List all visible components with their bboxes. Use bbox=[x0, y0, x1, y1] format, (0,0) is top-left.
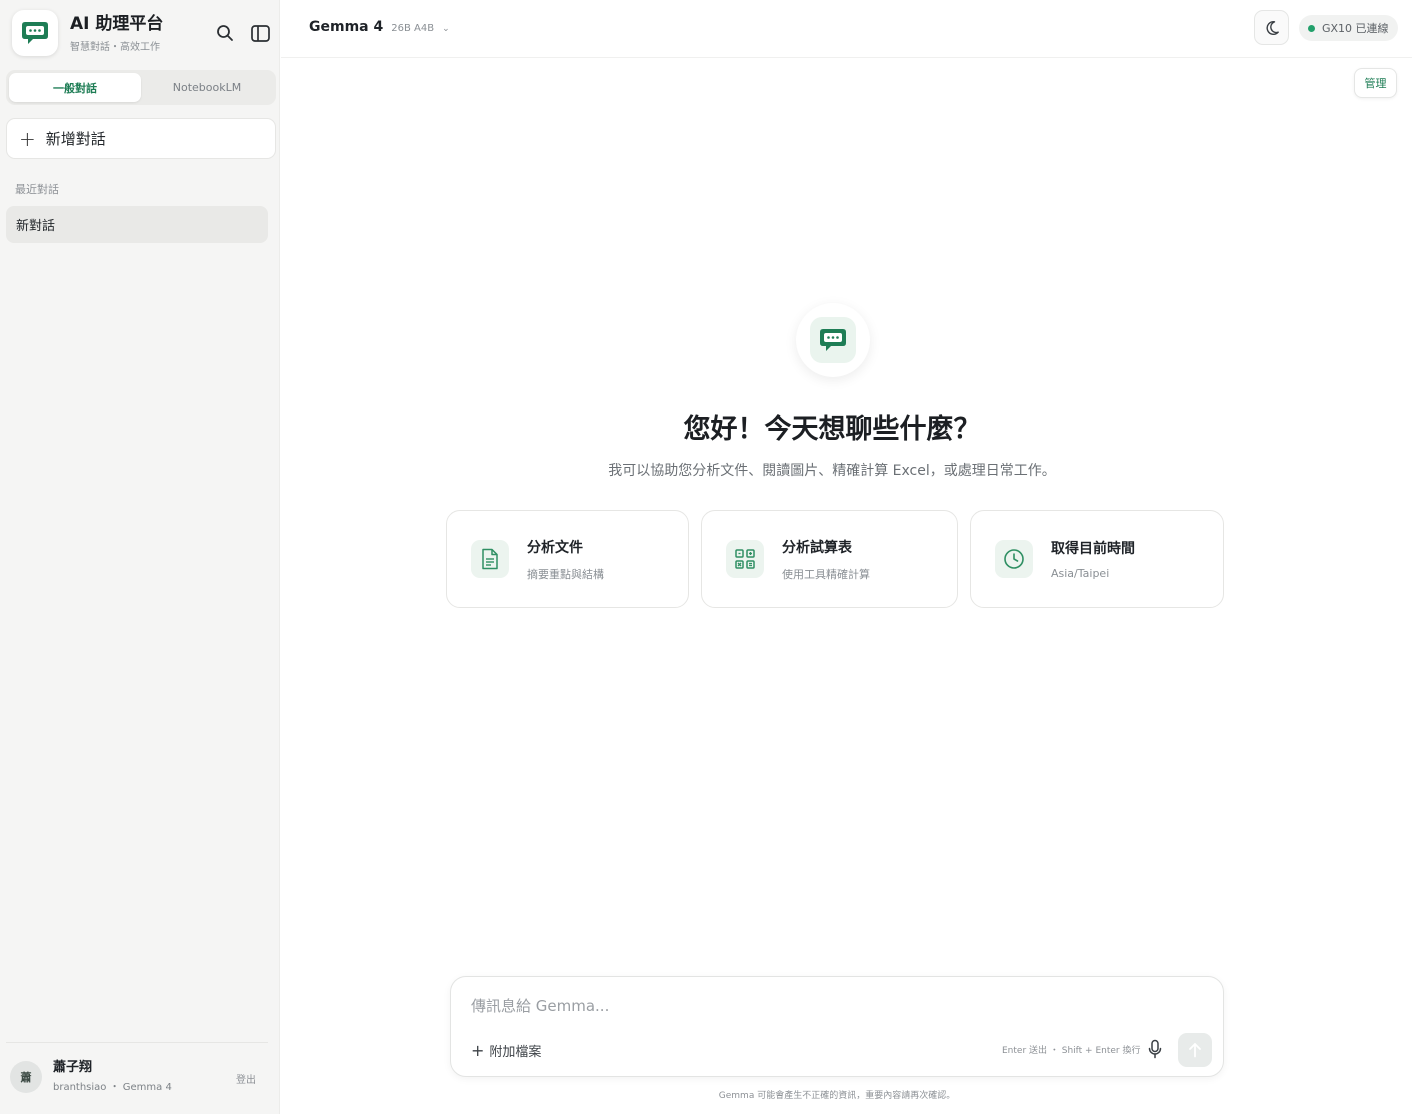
status-dot-icon bbox=[1308, 24, 1315, 32]
top-bar: Gemma 4 26B A4B ⌄ GX10 已連線 bbox=[281, 0, 1412, 58]
disclaimer-text: Gemma 可能會產生不正確的資訊，重要內容請再次確認。 bbox=[718, 1091, 956, 1101]
card-subtitle: 摘要重點與結構 bbox=[527, 567, 604, 581]
welcome-title: 您好！今天想聊些什麼？ bbox=[683, 414, 981, 445]
message-composer: + 附加檔案 Enter 送出 ・ Shift + Enter 換行 bbox=[450, 976, 1224, 1077]
theme-toggle-button[interactable] bbox=[1254, 10, 1289, 45]
hero-logo bbox=[796, 303, 870, 377]
manage-button[interactable]: 管理 bbox=[1354, 68, 1397, 98]
card-title: 分析試算表 bbox=[782, 539, 852, 556]
user-meta: branthsiao ・ Gemma 4 bbox=[53, 1082, 172, 1093]
model-variant: 26B A4B bbox=[391, 23, 435, 34]
sidebar-panel-icon bbox=[250, 24, 270, 42]
brand-title: AI 助理平台 bbox=[70, 14, 164, 34]
connection-status-text: GX10 已連線 bbox=[1322, 22, 1389, 35]
tab-general-chat[interactable]: 一般對話 bbox=[9, 73, 141, 102]
moon-icon bbox=[1266, 20, 1279, 35]
toggle-sidebar-button[interactable] bbox=[247, 20, 273, 46]
card-subtitle: 使用工具精確計算 bbox=[782, 567, 870, 581]
voice-input-button[interactable] bbox=[1145, 1037, 1165, 1061]
spreadsheet-icon bbox=[726, 540, 764, 578]
model-name: Gemma 4 bbox=[309, 19, 384, 35]
plus-icon: + bbox=[19, 126, 36, 151]
suggestion-card-analyze-spreadsheet[interactable]: 分析試算表 使用工具精確計算 bbox=[701, 510, 958, 608]
search-button[interactable] bbox=[212, 20, 238, 46]
brand-subtitle: 智慧對話・高效工作 bbox=[70, 42, 160, 53]
suggestion-card-current-time[interactable]: 取得目前時間 Asia/Taipei bbox=[970, 510, 1224, 608]
recent-section-label: 最近對話 bbox=[15, 183, 59, 196]
card-title: 分析文件 bbox=[527, 539, 583, 556]
card-title: 取得目前時間 bbox=[1051, 541, 1135, 557]
clock-icon bbox=[995, 540, 1033, 578]
conversation-title: 新對話 bbox=[16, 219, 56, 234]
microphone-icon bbox=[1148, 1039, 1162, 1059]
message-input[interactable] bbox=[471, 993, 1171, 1019]
chevron-down-icon: ⌄ bbox=[442, 24, 450, 34]
sidebar: AI 助理平台 智慧對話・高效工作 一般對話 NotebookLM + 新增對話… bbox=[0, 0, 280, 1114]
avatar: 蕭 bbox=[10, 1061, 42, 1093]
mode-tabs: 一般對話 NotebookLM bbox=[6, 70, 276, 105]
brand: AI 助理平台 智慧對話・高效工作 bbox=[12, 10, 163, 56]
search-icon bbox=[217, 25, 233, 41]
arrow-up-icon bbox=[1189, 1043, 1201, 1058]
plus-icon: + bbox=[471, 1040, 485, 1060]
tab-notebooklm[interactable]: NotebookLM bbox=[141, 73, 273, 102]
card-subtitle: Asia/Taipei bbox=[1051, 567, 1110, 580]
conversation-item[interactable]: 新對話 bbox=[6, 206, 268, 243]
chat-bubble-logo-icon bbox=[12, 10, 58, 56]
attach-file-label: 附加檔案 bbox=[489, 1045, 542, 1060]
document-icon bbox=[471, 540, 509, 578]
attach-file-button[interactable]: + 附加檔案 bbox=[471, 1041, 541, 1060]
keyboard-hint: Enter 送出 ・ Shift + Enter 換行 bbox=[1002, 1046, 1141, 1056]
new-chat-button[interactable]: + 新增對話 bbox=[6, 118, 276, 159]
connection-status-badge: GX10 已連線 bbox=[1299, 15, 1398, 41]
chat-bubble-icon bbox=[810, 317, 856, 363]
new-chat-label: 新增對話 bbox=[45, 130, 106, 148]
user-name: 蕭子翔 bbox=[53, 1060, 93, 1075]
welcome-subtitle: 我可以協助您分析文件、閱讀圖片、精確計算 Excel，或處理日常工作。 bbox=[608, 463, 1056, 479]
logout-button[interactable]: 登出 bbox=[236, 1071, 256, 1086]
send-button[interactable] bbox=[1178, 1033, 1212, 1067]
suggestion-card-analyze-document[interactable]: 分析文件 摘要重點與結構 bbox=[446, 510, 689, 608]
model-selector[interactable]: Gemma 4 26B A4B ⌄ bbox=[309, 19, 450, 35]
divider bbox=[6, 1042, 268, 1043]
